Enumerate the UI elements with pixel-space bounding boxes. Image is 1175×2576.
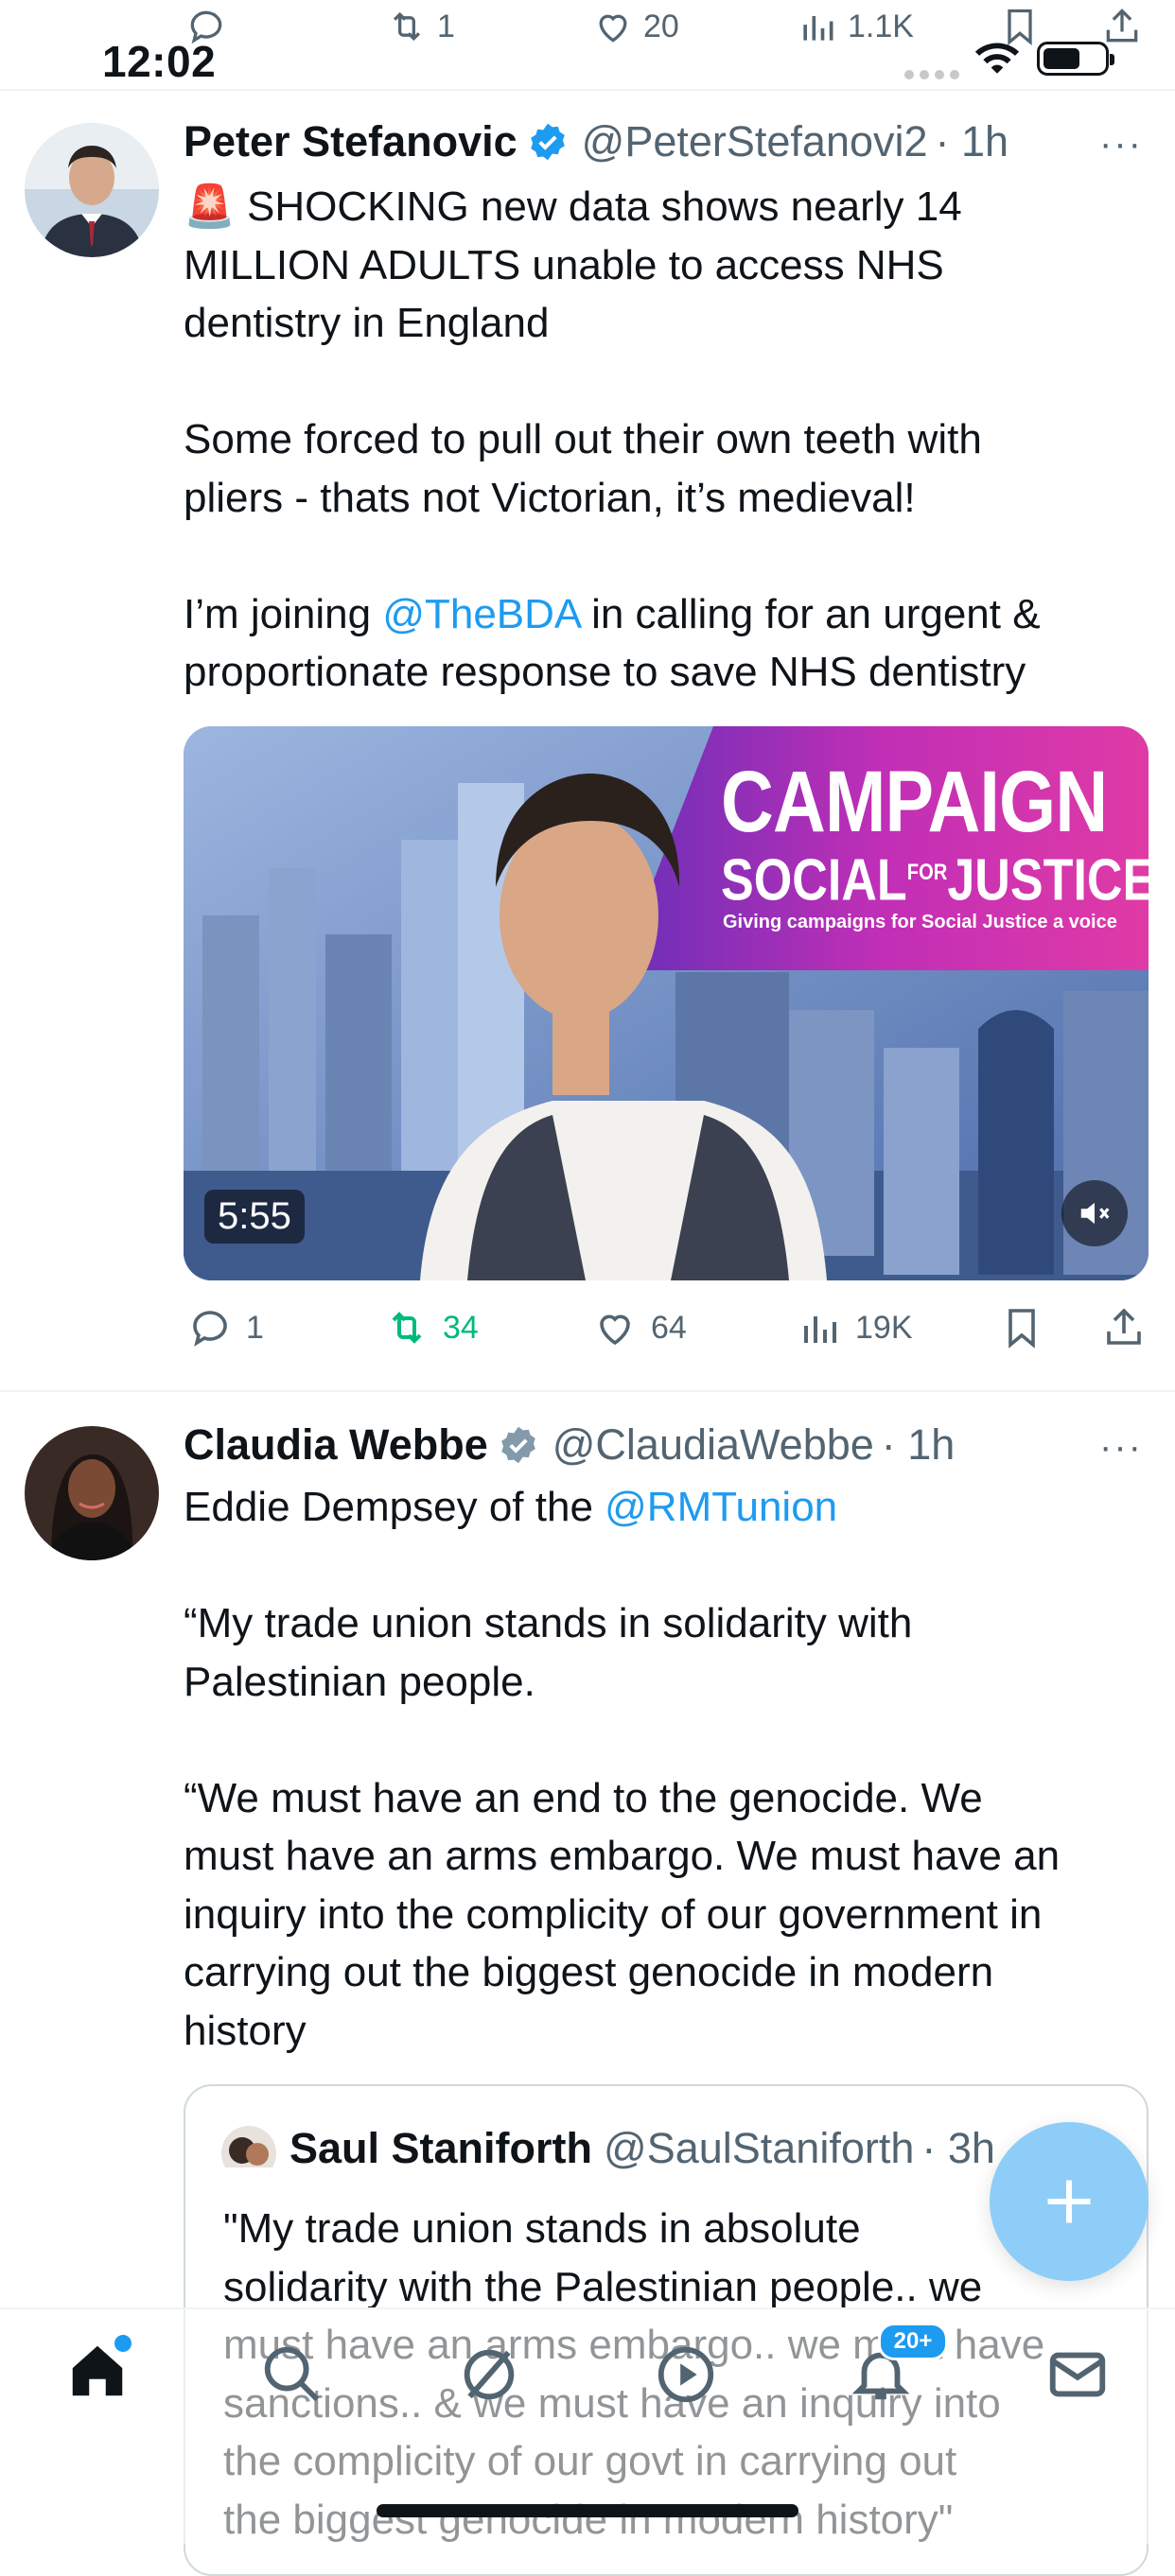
more-options-icon[interactable]: ··· bbox=[1099, 123, 1143, 165]
prev-like-count: 20 bbox=[643, 8, 679, 44]
heart-icon bbox=[599, 14, 627, 43]
quoted-header: Saul Staniforth @SaulStaniforth · 3h bbox=[289, 2124, 995, 2173]
prev-like-action[interactable]: 20 bbox=[592, 6, 679, 47]
prev-repost-count: 1 bbox=[437, 8, 455, 44]
views-icon bbox=[803, 16, 833, 41]
views-button[interactable]: 19K bbox=[797, 1305, 913, 1350]
reply-button[interactable]: 1 bbox=[187, 1305, 264, 1350]
repost-button[interactable]: 34 bbox=[384, 1305, 479, 1350]
banner-title: CAMPAIGN bbox=[721, 754, 1108, 850]
author-name[interactable]: Peter Stefanovic bbox=[184, 117, 517, 166]
nav-notifications[interactable]: 20+ bbox=[848, 2323, 948, 2412]
tweet-actions: 1 34 64 19K bbox=[184, 1305, 1149, 1352]
banner-subtitle: SOCIALFORJUSTICE bbox=[721, 844, 1149, 911]
home-indicator bbox=[377, 2504, 798, 2517]
banner-tagline: Giving campaigns for Social Justice a vo… bbox=[723, 912, 1117, 932]
quoted-time: · 3h bbox=[921, 2124, 995, 2172]
mention-link[interactable]: @TheBDA bbox=[382, 591, 580, 637]
video-duration: 5:55 bbox=[204, 1190, 305, 1244]
avatar-claudia-image bbox=[25, 1426, 159, 1560]
banner-social: SOCIAL bbox=[721, 847, 907, 914]
views-count: 19K bbox=[855, 1309, 913, 1346]
avatar[interactable] bbox=[25, 1426, 159, 1560]
messages-icon bbox=[1049, 2352, 1106, 2397]
prev-share-action[interactable] bbox=[1101, 6, 1143, 47]
views-icon bbox=[804, 1316, 836, 1343]
author-name[interactable]: Claudia Webbe bbox=[184, 1420, 488, 1470]
tweet-text-part: 🚨 SHOCKING new data shows nearly 14 MILL… bbox=[184, 183, 982, 637]
nav-messages[interactable] bbox=[1044, 2341, 1111, 2412]
avatar[interactable] bbox=[25, 123, 159, 257]
avatar-peter-image bbox=[25, 123, 159, 257]
like-count: 64 bbox=[651, 1309, 687, 1346]
tweet-time: · 1h bbox=[881, 1420, 956, 1469]
search-icon bbox=[264, 2346, 320, 2402]
mention-link[interactable]: @RMTunion bbox=[605, 1484, 837, 1530]
prev-views-action[interactable]: 1.1K bbox=[797, 6, 914, 47]
mute-button[interactable] bbox=[1061, 1180, 1128, 1246]
tweet-text-part: Eddie Dempsey of the bbox=[184, 1484, 605, 1530]
tweet-header: Claudia Webbe @ClaudiaWebbe · 1h bbox=[184, 1420, 955, 1470]
nav-video[interactable] bbox=[653, 2341, 719, 2412]
tweet-divider bbox=[0, 1390, 1175, 1392]
quoted-author-handle: @SaulStaniforth bbox=[604, 2124, 915, 2172]
bookmark-icon bbox=[1008, 1309, 1035, 1349]
like-button[interactable]: 64 bbox=[592, 1305, 687, 1350]
video-icon bbox=[658, 2346, 714, 2403]
tweet-text: Eddie Dempsey of the @RMTunion “My trade… bbox=[184, 1478, 1158, 2060]
status-time: 12:02 bbox=[102, 37, 217, 86]
share-icon bbox=[1107, 1308, 1141, 1345]
verified-badge-icon bbox=[500, 1426, 535, 1464]
repost-icon bbox=[392, 1312, 422, 1344]
heart-icon bbox=[600, 1314, 630, 1346]
verified-badge-icon bbox=[530, 123, 565, 161]
battery-icon bbox=[1037, 42, 1114, 76]
reply-icon bbox=[193, 1311, 227, 1347]
prev-views-count: 1.1K bbox=[848, 8, 914, 44]
signal-icon bbox=[904, 70, 961, 79]
nav-search[interactable] bbox=[259, 2341, 325, 2412]
tweet-text: 🚨 SHOCKING new data shows nearly 14 MILL… bbox=[184, 178, 1158, 702]
repost-count: 34 bbox=[443, 1309, 479, 1346]
grok-icon bbox=[464, 2349, 515, 2400]
author-handle[interactable]: @ClaudiaWebbe bbox=[552, 1420, 874, 1470]
plus-icon bbox=[1047, 2180, 1091, 2223]
more-options-icon[interactable]: ··· bbox=[1099, 1426, 1143, 1469]
quoted-avatar bbox=[221, 2126, 276, 2181]
nav-home[interactable] bbox=[64, 2332, 134, 2409]
reply-count: 1 bbox=[246, 1309, 264, 1346]
tweet-header: Peter Stefanovic @PeterStefanovi2 · 1h bbox=[184, 117, 1008, 166]
home-unread-dot bbox=[112, 2332, 134, 2355]
share-icon bbox=[1106, 9, 1138, 43]
tweet-text-part: “My trade union stands in solidarity wit… bbox=[184, 1600, 1061, 2054]
tweet-time: · 1h bbox=[935, 117, 1009, 165]
video-player[interactable]: CAMPAIGN SOCIALFORJUSTICE Giving campaig… bbox=[184, 726, 1149, 1280]
prev-repost-action[interactable]: 1 bbox=[386, 6, 455, 47]
author-handle[interactable]: @PeterStefanovi2 bbox=[582, 117, 928, 166]
bookmark-button[interactable] bbox=[999, 1305, 1044, 1350]
compose-button[interactable] bbox=[990, 2122, 1149, 2281]
banner-for: FOR bbox=[906, 860, 948, 885]
quoted-author-name: Saul Staniforth bbox=[289, 2124, 593, 2172]
repost-icon bbox=[393, 11, 421, 42]
avatar-saul-image bbox=[221, 2126, 276, 2181]
nav-grok[interactable] bbox=[456, 2341, 522, 2412]
wifi-icon bbox=[974, 43, 1020, 74]
notification-badge: 20+ bbox=[878, 2323, 948, 2360]
muted-speaker-icon bbox=[1080, 1202, 1110, 1225]
share-button[interactable] bbox=[1101, 1305, 1147, 1350]
banner-justice: JUSTICE bbox=[947, 847, 1149, 914]
